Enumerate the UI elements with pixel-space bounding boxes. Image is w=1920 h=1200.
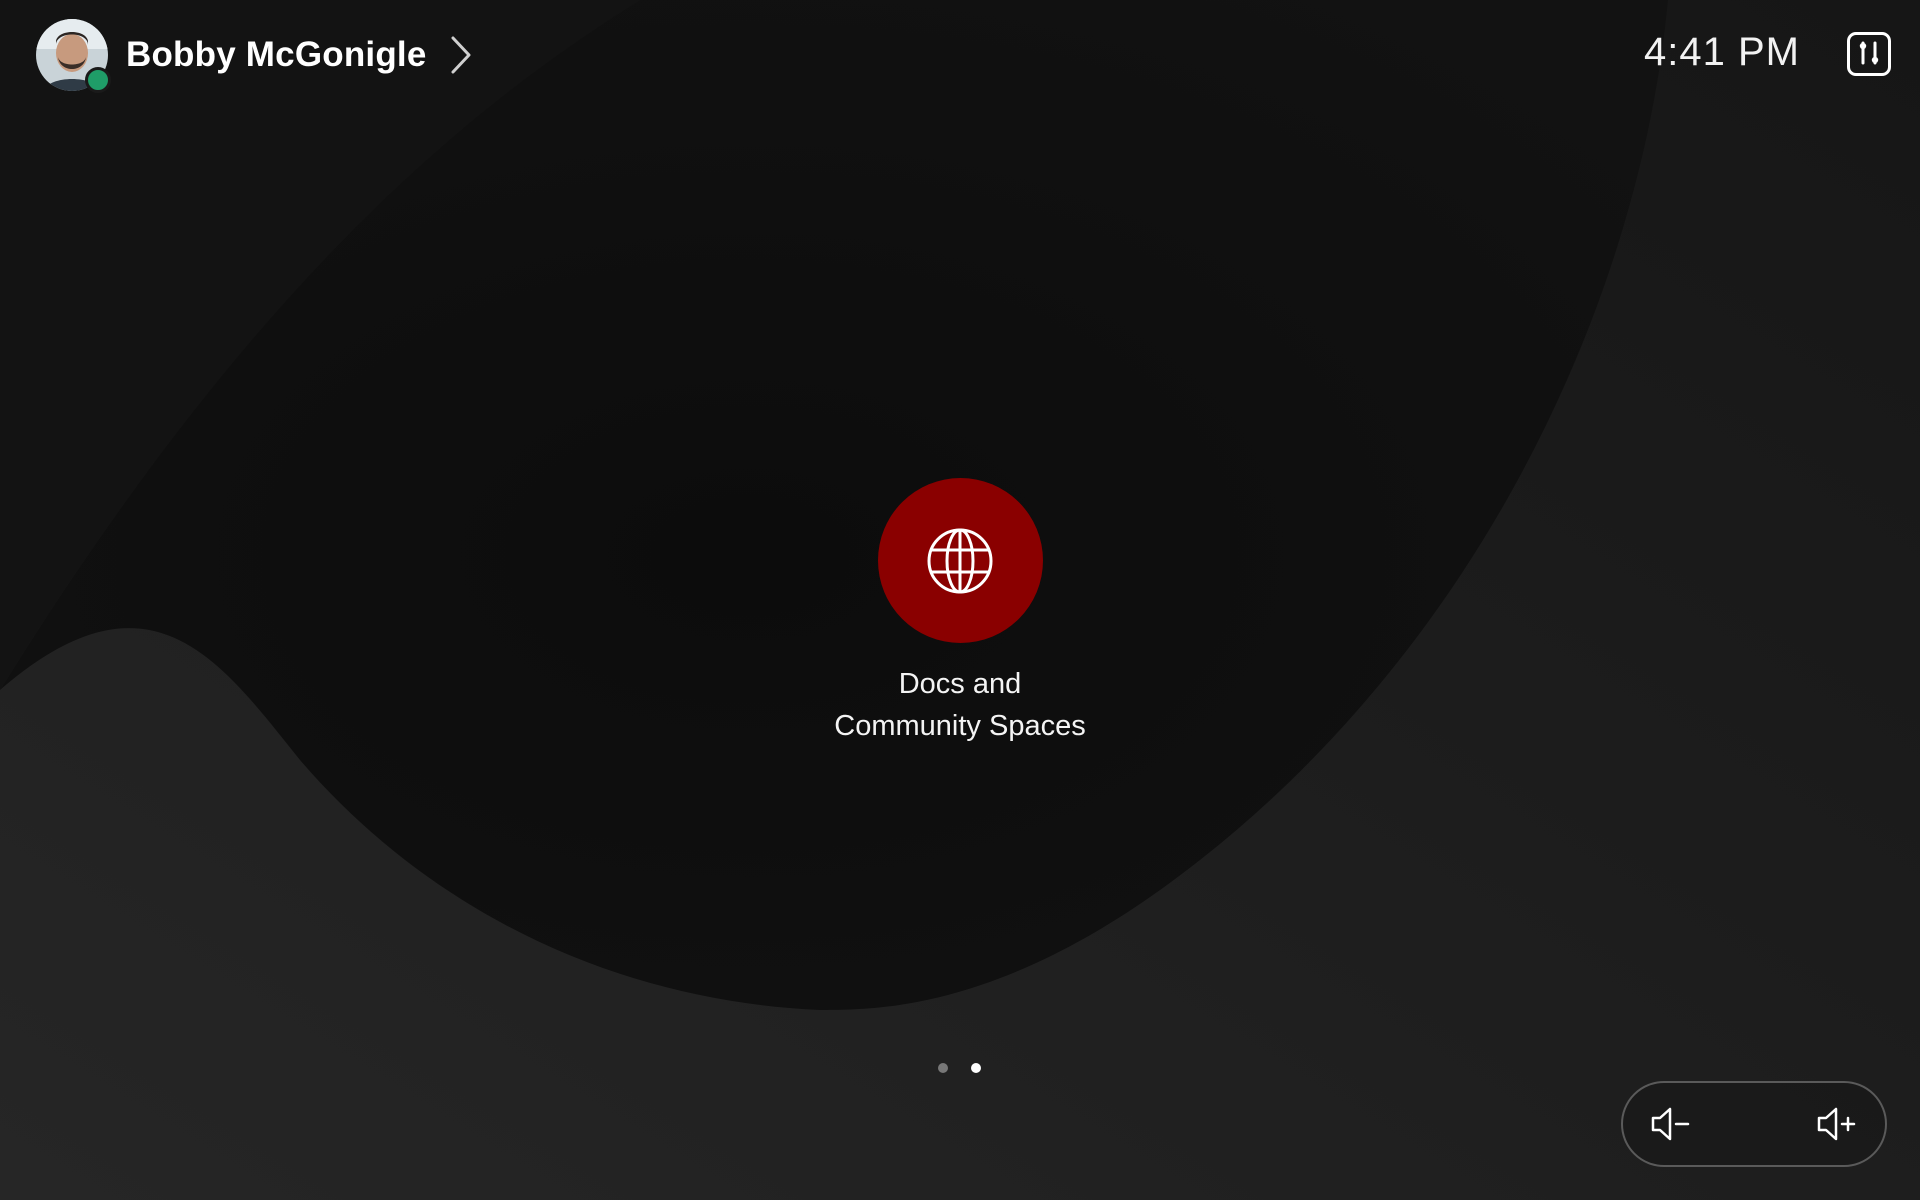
globe-icon: [927, 528, 993, 593]
page-dot-2[interactable]: [971, 1063, 981, 1073]
tile-icon-circle: [877, 478, 1043, 643]
volume-control: [1621, 1081, 1887, 1167]
volume-down-button[interactable]: [1649, 1102, 1693, 1146]
home-screen: Bobby McGonigle 4:41 PM Docs and Communi…: [0, 0, 1920, 1200]
chevron-right-icon: [451, 36, 470, 74]
avatar: [36, 19, 111, 93]
page-dot-1[interactable]: [938, 1063, 948, 1073]
tile-label-line1: Docs and: [898, 668, 1022, 700]
sliders-icon: [1859, 41, 1879, 65]
clock: 4:41 PM: [1644, 30, 1800, 74]
tile-label-line2: Community Spaces: [834, 710, 1086, 742]
volume-up-icon: [1817, 1107, 1856, 1141]
tile-label: Docs and Community Spaces: [834, 663, 1085, 747]
volume-down-icon: [1651, 1107, 1690, 1141]
user-profile-button[interactable]: Bobby McGonigle: [36, 19, 473, 93]
settings-button[interactable]: [1847, 32, 1891, 76]
volume-up-button[interactable]: [1815, 1102, 1859, 1146]
user-name: Bobby McGonigle: [126, 35, 427, 74]
page-indicator: [938, 1063, 981, 1073]
tile-docs-community-spaces[interactable]: Docs and Community Spaces: [780, 478, 1140, 747]
presence-indicator: [85, 67, 111, 93]
